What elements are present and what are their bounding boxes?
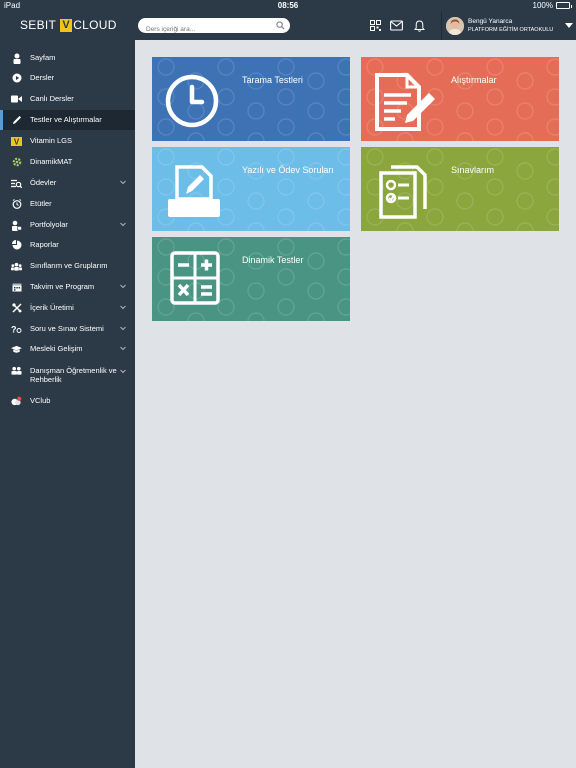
sidebar-item-label: Soru ve Sınav Sistemi [30, 324, 104, 334]
vclub-icon [11, 396, 22, 407]
sidebar-item-label: Takvim ve Program [30, 282, 95, 292]
sidebar-item-label: İçerik Üretimi [30, 303, 74, 313]
homework-icon [11, 178, 22, 189]
tile-tarama-testleri[interactable]: Tarama Testleri [152, 57, 350, 141]
mentor-icon [11, 365, 22, 376]
chevron-down-icon [120, 180, 126, 185]
tile-label: Yazılı ve Ödev Soruları [242, 165, 334, 175]
tile-label: Tarama Testleri [242, 75, 303, 85]
calculator-icon [170, 251, 220, 305]
chevron-down-icon [120, 369, 126, 374]
logo-v-mark: V [60, 18, 73, 32]
sidebar-item-dersler[interactable]: Dersler [0, 68, 135, 88]
status-bar: iPad 08:56 100% [0, 0, 576, 12]
home-icon [11, 53, 22, 64]
sidebar-item-soru-ve-sinav-sistemi[interactable]: ? Soru ve Sınav Sistemi [0, 319, 135, 339]
clock: 08:56 [277, 1, 299, 10]
user-menu-chevron-icon[interactable] [565, 23, 573, 28]
clock-icon [165, 74, 219, 128]
avatar-image [446, 17, 464, 35]
clock-icon [11, 199, 22, 210]
sidebar-item-icerik-uretimi[interactable]: İçerik Üretimi [0, 298, 135, 318]
chevron-down-icon [120, 305, 126, 310]
sebit-vcloud-logo[interactable]: SEBIT V CLOUD [20, 18, 117, 32]
graduation-cap-icon [11, 344, 22, 355]
sidebar-item-siniflarim-ve-gruplarim[interactable]: Sınıflarım ve Gruplarım [0, 256, 135, 276]
mail-icon[interactable] [390, 20, 403, 31]
sidebar-item-label: Danışman Öğretmenlik ve Rehberlik [30, 365, 117, 385]
sidebar-item-danisman-ogretmenlik-ve-rehberlik[interactable]: Danışman Öğretmenlik ve Rehberlik [0, 362, 135, 388]
play-icon [11, 73, 22, 84]
sidebar-item-label: DinamikMAT [30, 157, 73, 167]
sidebar-item-label: Ödevler [30, 178, 57, 188]
tools-icon [11, 303, 22, 314]
sidebar-item-dinamikmat[interactable]: DinamikMAT [0, 152, 135, 172]
sidebar-item-mesleki-gelisim[interactable]: Mesleki Gelişim [0, 339, 135, 359]
group-icon [11, 261, 22, 272]
sidebar-item-raporlar[interactable]: Raporlar [0, 235, 135, 255]
portfolio-icon [11, 220, 22, 231]
calendar-icon [11, 282, 22, 293]
sidebar-item-label: Canlı Dersler [30, 94, 74, 104]
gear-icon [11, 157, 22, 168]
battery-percent: 100% [532, 1, 553, 10]
sidebar-item-portfolyolar[interactable]: Portfolyolar [0, 215, 135, 235]
video-camera-icon [11, 94, 22, 105]
chevron-down-icon [120, 284, 126, 289]
search-box [138, 18, 290, 37]
qr-code-icon[interactable] [370, 20, 381, 31]
tile-label: Alıştırmalar [451, 75, 497, 85]
tile-yazili-ve-odev-sorulari[interactable]: Yazılı ve Ödev Soruları [152, 147, 350, 231]
question-icon: ? [11, 324, 22, 335]
pie-chart-icon [11, 240, 22, 251]
sidebar-item-label: Portfolyolar [30, 220, 68, 230]
user-school: PLATFORM EĞİTİM ORTAOKULU [468, 27, 554, 33]
sidebar-item-label: Vitamin LGS [30, 136, 72, 146]
sidebar-item-canli-dersler[interactable]: Canlı Dersler [0, 89, 135, 109]
sidebar-item-label: Dersler [30, 73, 55, 83]
sidebar-item-label: VClub [30, 396, 51, 406]
logo-text-right: CLOUD [73, 18, 117, 32]
battery-indicator: 100% [532, 1, 572, 10]
sidebar-item-label: Mesleki Gelişim [30, 344, 83, 354]
chevron-down-icon [120, 222, 126, 227]
svg-text:V: V [14, 137, 20, 146]
search-input[interactable] [138, 22, 268, 37]
battery-icon [556, 2, 572, 9]
sidebar-item-sayfam[interactable]: Sayfam [0, 48, 135, 68]
sidebar-item-label: Testler ve Alıştırmalar [30, 115, 102, 125]
sidebar-item-label: Sayfam [30, 53, 56, 63]
bell-icon[interactable] [414, 20, 425, 32]
tile-label: Dinamik Testler [242, 255, 304, 265]
sidebar-item-vclub[interactable]: VClub [0, 391, 135, 411]
chevron-down-icon [120, 346, 126, 351]
pencil-icon [11, 115, 22, 126]
sidebar-item-vitamin-lgs[interactable]: V Vitamin LGS [0, 131, 135, 151]
tile-sinavlarim[interactable]: Sınavlarım [361, 147, 559, 231]
sidebar-item-label: Raporlar [30, 240, 59, 250]
logo-text-left: SEBIT [20, 18, 57, 32]
search-icon[interactable] [276, 21, 285, 30]
sidebar-item-testler-ve-alistirmalar[interactable]: Testler ve Alıştırmalar [0, 110, 135, 130]
svg-text:?: ? [11, 325, 17, 335]
tile-label: Sınavlarım [451, 165, 495, 175]
top-header: SEBIT V CLOUD Bengü Yanarca PLATFORM [0, 12, 576, 40]
tile-alistirmalar[interactable]: Alıştırmalar [361, 57, 559, 141]
sidebar-item-label: Sınıflarım ve Gruplarım [30, 261, 108, 271]
chevron-down-icon [120, 326, 126, 331]
user-name[interactable]: Bengü Yanarca [468, 18, 512, 25]
exam-checklist-icon [379, 165, 427, 219]
header-divider [441, 12, 442, 40]
sidebar-item-odevler[interactable]: Ödevler [0, 173, 135, 193]
vitamin-icon: V [11, 136, 22, 147]
printer-pencil-icon [168, 165, 220, 217]
avatar[interactable] [446, 17, 464, 35]
sidebar-item-takvim-ve-program[interactable]: Takvim ve Program [0, 277, 135, 297]
tile-dinamik-testler[interactable]: Dinamik Testler [152, 237, 350, 321]
sidebar-item-etutler[interactable]: Etütler [0, 194, 135, 214]
sidebar-item-label: Etütler [30, 199, 52, 209]
document-edit-icon [375, 73, 435, 131]
